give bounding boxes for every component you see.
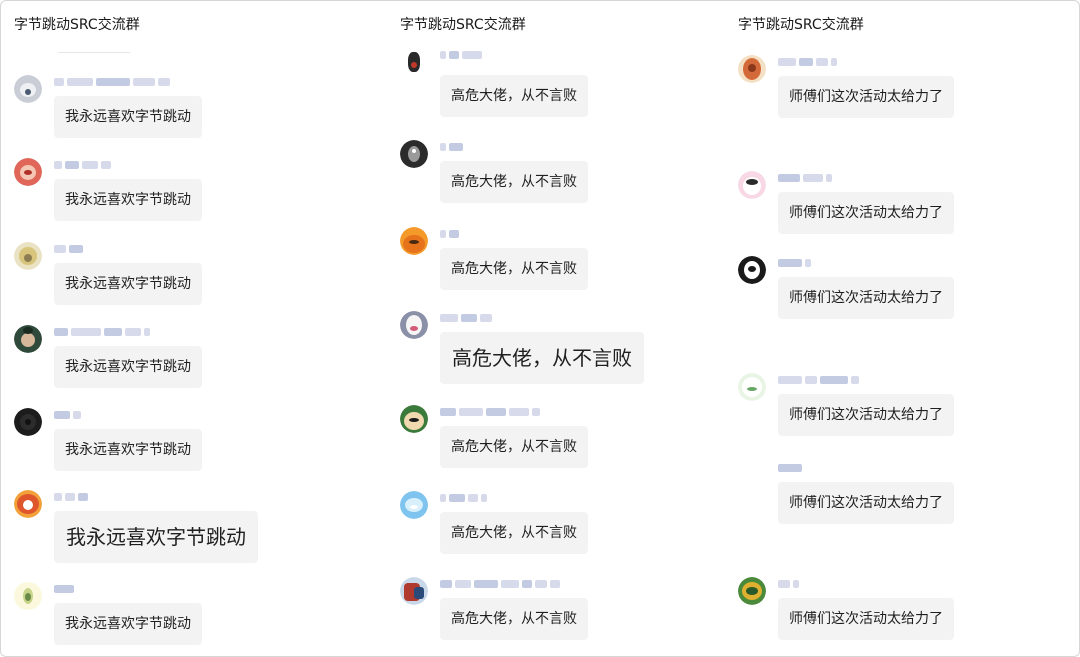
avatar-mark (409, 240, 419, 244)
avatar-mark (24, 254, 32, 262)
sender-name-redacted (54, 244, 83, 254)
avatar[interactable] (400, 227, 428, 255)
message-bubble[interactable]: 高危大佬，从不言败 (440, 332, 644, 384)
avatar[interactable] (14, 582, 42, 610)
message-bubble[interactable]: 师傅们这次活动太给力了 (778, 598, 954, 640)
avatar[interactable] (738, 256, 766, 284)
message-bubble[interactable]: 高危大佬，从不言败 (440, 512, 588, 554)
sender-name-redacted (778, 375, 859, 385)
avatar[interactable] (400, 405, 428, 433)
avatar[interactable] (14, 158, 42, 186)
avatar[interactable] (738, 461, 766, 489)
sender-name-redacted (440, 229, 459, 239)
message-bubble[interactable]: 我永远喜欢字节跳动 (54, 429, 202, 471)
avatar-mark (412, 149, 416, 153)
title-divider (58, 52, 130, 53)
message-bubble[interactable]: 师傅们这次活动太给力了 (778, 192, 954, 234)
avatar[interactable] (738, 577, 766, 605)
avatar[interactable] (14, 242, 42, 270)
message-bubble[interactable]: 师傅们这次活动太给力了 (778, 394, 954, 436)
avatar[interactable] (738, 373, 766, 401)
message-bubble[interactable]: 高危大佬，从不言败 (440, 426, 588, 468)
chat-title: 字节跳动SRC交流群 (738, 17, 864, 33)
chat-panel-1: 字节跳动SRC交流群 我永远喜欢字节跳动 我永远喜欢字节跳动 我永远喜欢字节跳动… (0, 0, 360, 657)
sender-name-redacted (778, 173, 832, 183)
message-bubble[interactable]: 师傅们这次活动太给力了 (778, 76, 954, 118)
message-bubble[interactable]: 我永远喜欢字节跳动 (54, 263, 202, 305)
message-bubble[interactable]: 我永远喜欢字节跳动 (54, 511, 258, 563)
avatar-detail (403, 235, 425, 253)
sender-name-redacted (54, 584, 74, 594)
avatar-mark (748, 64, 756, 72)
sender-name-redacted (440, 313, 492, 323)
avatar-mark (409, 418, 419, 422)
chat-panel-3: 字节跳动SRC交流群 师傅们这次活动太给力了 师傅们这次活动太给力了 师傅们这次… (720, 0, 1080, 657)
message-bubble[interactable]: 高危大佬，从不言败 (440, 248, 588, 290)
avatar-detail (406, 315, 422, 335)
sender-name-redacted (778, 258, 811, 268)
avatar[interactable] (400, 48, 428, 76)
sender-name-redacted (54, 492, 88, 502)
sender-name-redacted (54, 160, 111, 170)
avatar-mark (23, 500, 33, 510)
avatar[interactable] (738, 171, 766, 199)
avatar-mark (746, 587, 758, 595)
avatar-mark (25, 89, 31, 95)
avatar[interactable] (400, 140, 428, 168)
avatar-mark (749, 472, 755, 478)
sender-name-redacted (778, 57, 837, 67)
sender-name-redacted (54, 327, 150, 337)
message-bubble[interactable]: 我永远喜欢字节跳动 (54, 346, 202, 388)
message-bubble[interactable]: 高危大佬，从不言败 (440, 75, 588, 117)
message-bubble[interactable]: 高危大佬，从不言败 (440, 161, 588, 203)
sender-name-redacted (54, 77, 170, 87)
avatar-detail (21, 333, 35, 347)
sender-name-redacted (54, 410, 81, 420)
chat-panel-2: 字节跳动SRC交流群 高危大佬，从不言败 高危大佬，从不言败 高危大佬，从不言败… (360, 0, 720, 657)
sender-name-redacted (778, 579, 799, 589)
avatar[interactable] (14, 408, 42, 436)
sender-name-redacted (440, 493, 487, 503)
avatar-mark (25, 593, 31, 601)
message-bubble[interactable]: 我永远喜欢字节跳动 (54, 603, 202, 645)
avatar-mark (747, 387, 757, 391)
avatar[interactable] (14, 490, 42, 518)
sender-name-redacted (440, 407, 540, 417)
avatar-mark (411, 62, 417, 68)
avatar-mark (23, 327, 33, 334)
avatar-mark (410, 505, 418, 509)
sender-name-redacted (778, 463, 802, 473)
sender-name-redacted (440, 579, 560, 589)
avatar-mark (746, 179, 758, 185)
avatar-mark (410, 326, 418, 331)
message-bubble[interactable]: 我永远喜欢字节跳动 (54, 96, 202, 138)
message-bubble[interactable]: 师傅们这次活动太给力了 (778, 482, 954, 524)
avatar[interactable] (400, 491, 428, 519)
sender-name-redacted (440, 50, 482, 60)
chat-title: 字节跳动SRC交流群 (14, 17, 140, 33)
sender-name-redacted (440, 142, 463, 152)
avatar-mark (414, 587, 424, 599)
avatar[interactable] (738, 55, 766, 83)
avatar-mark (24, 170, 32, 175)
avatar[interactable] (14, 75, 42, 103)
message-bubble[interactable]: 师傅们这次活动太给力了 (778, 277, 954, 319)
avatar[interactable] (14, 325, 42, 353)
avatar[interactable] (400, 311, 428, 339)
avatar-mark (25, 419, 31, 425)
chat-title: 字节跳动SRC交流群 (400, 17, 526, 33)
avatar-mark (748, 266, 756, 272)
avatar[interactable] (400, 577, 428, 605)
message-bubble[interactable]: 我永远喜欢字节跳动 (54, 179, 202, 221)
message-bubble[interactable]: 高危大佬，从不言败 (440, 598, 588, 640)
